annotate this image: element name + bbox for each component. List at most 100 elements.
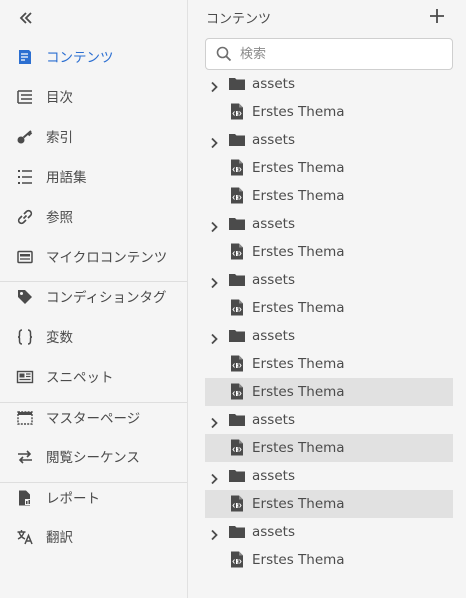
folder-icon <box>228 216 246 231</box>
folder-icon <box>228 132 246 147</box>
nav-item-index[interactable]: 索引 <box>0 118 187 158</box>
chevron-right-icon[interactable] <box>208 470 220 485</box>
tree-file-row[interactable]: Erstes Thema <box>205 490 453 518</box>
double-chevron-left-icon[interactable] <box>16 8 36 28</box>
sequence-arrows-icon <box>16 448 34 466</box>
nav-item-glossary[interactable]: 用語集 <box>0 158 187 198</box>
search-field <box>205 38 453 70</box>
tree-file-row[interactable]: Erstes Thema <box>205 98 453 126</box>
tree-file-row[interactable]: Erstes Thema <box>205 546 453 574</box>
nav-item-reports[interactable]: レポート <box>0 479 187 519</box>
nav-item-references[interactable]: 参照 <box>0 198 187 238</box>
nav-item-toc[interactable]: 目次 <box>0 78 187 118</box>
plus-icon[interactable] <box>427 6 447 26</box>
tree-item-label: Erstes Thema <box>252 104 345 120</box>
tree-folder-row[interactable]: assets <box>205 406 453 434</box>
topic-file-icon <box>230 103 244 120</box>
tree-item-label: assets <box>252 76 295 92</box>
chevron-right-icon[interactable] <box>208 134 220 149</box>
tree-folder-row[interactable]: assets <box>205 126 453 154</box>
panel-title: コンテンツ <box>206 12 272 27</box>
folder-icon <box>228 76 246 91</box>
chevron-right-icon[interactable] <box>208 274 220 289</box>
nav-item-content[interactable]: コンテンツ <box>0 38 187 78</box>
topic-file-icon <box>230 439 244 456</box>
tree-item-label: Erstes Thema <box>252 300 345 316</box>
report-icon <box>16 489 34 507</box>
nav-item-label: コンディションタグ <box>46 290 167 306</box>
tree-file-row[interactable]: Erstes Thema <box>205 434 453 462</box>
toc-icon <box>16 88 34 106</box>
tree-folder-row[interactable]: assets <box>205 210 453 238</box>
tree-file-row[interactable]: Erstes Thema <box>205 238 453 266</box>
tree-folder-row[interactable]: assets <box>205 462 453 490</box>
nav-item-label: マイクロコンテンツ <box>46 250 168 266</box>
tree-item-label: assets <box>252 216 295 232</box>
tree-folder-row[interactable]: assets <box>205 322 453 350</box>
nav-item-label: スニペット <box>46 370 114 386</box>
tree-folder-row[interactable]: assets <box>205 70 453 98</box>
search-icon <box>216 46 232 62</box>
nav-item-condition-tags[interactable]: コンディションタグ <box>0 278 187 318</box>
content-icon <box>16 48 34 66</box>
nav-item-browse-sequences[interactable]: 閲覧シーケンス <box>0 438 187 478</box>
tree-item-label: assets <box>252 328 295 344</box>
content-panel: コンテンツ assets Erstes Thema assets <box>189 0 466 598</box>
nav-item-label: 索引 <box>46 130 73 146</box>
tree-folder-row[interactable]: assets <box>205 518 453 546</box>
tag-icon <box>16 288 34 306</box>
search-input[interactable] <box>240 43 445 65</box>
tree-file-row[interactable]: Erstes Thema <box>205 294 453 322</box>
tree-item-label: assets <box>252 272 295 288</box>
nav-item-snippets[interactable]: スニペット <box>0 358 187 398</box>
tree-folder-row[interactable]: assets <box>205 266 453 294</box>
nav-item-label: コンテンツ <box>46 50 114 66</box>
translate-icon <box>16 528 34 546</box>
nav-item-label: レポート <box>46 491 100 507</box>
chevron-right-icon[interactable] <box>208 330 220 345</box>
folder-icon <box>228 412 246 427</box>
snippet-icon <box>16 368 34 386</box>
nav-item-microcontent[interactable]: マイクロコンテンツ <box>0 238 187 278</box>
topic-file-icon <box>230 159 244 176</box>
chevron-right-icon[interactable] <box>208 414 220 429</box>
tree-item-label: Erstes Thema <box>252 552 345 568</box>
folder-icon <box>228 328 246 343</box>
glossary-list-icon <box>16 168 34 186</box>
nav-item-variables[interactable]: 変数 <box>0 318 187 358</box>
topic-file-icon <box>230 243 244 260</box>
link-icon <box>16 208 34 226</box>
folder-icon <box>228 468 246 483</box>
chevron-right-icon[interactable] <box>208 218 220 233</box>
folder-icon <box>228 272 246 287</box>
nav-item-master-pages[interactable]: マスターページ <box>0 399 187 439</box>
nav-item-label: 用語集 <box>46 170 87 186</box>
master-page-icon <box>16 409 34 427</box>
microcontent-icon <box>16 248 34 266</box>
tree-item-label: Erstes Thema <box>252 384 345 400</box>
braces-icon <box>16 328 34 346</box>
tree-item-label: Erstes Thema <box>252 244 345 260</box>
chevron-right-icon[interactable] <box>208 526 220 541</box>
tree-file-row[interactable]: Erstes Thema <box>205 350 453 378</box>
topic-file-icon <box>230 551 244 568</box>
key-icon <box>16 128 34 146</box>
tree-item-label: Erstes Thema <box>252 440 345 456</box>
left-nav-panel: コンテンツ 目次 索引 用語集 参照 マイクロコンテンツ コンディションタグ 変… <box>0 0 188 598</box>
tree-item-label: Erstes Thema <box>252 160 345 176</box>
nav-item-label: 変数 <box>46 330 73 346</box>
tree-file-row[interactable]: Erstes Thema <box>205 154 453 182</box>
topic-file-icon <box>230 187 244 204</box>
topic-file-icon <box>230 495 244 512</box>
tree-file-row[interactable]: Erstes Thema <box>205 378 453 406</box>
tree-item-label: assets <box>252 412 295 428</box>
nav-item-label: 閲覧シーケンス <box>46 450 140 466</box>
chevron-right-icon[interactable] <box>208 78 220 93</box>
nav-item-label: 目次 <box>46 90 73 106</box>
tree-item-label: Erstes Thema <box>252 496 345 512</box>
folder-icon <box>228 524 246 539</box>
topic-file-icon <box>230 383 244 400</box>
tree-file-row[interactable]: Erstes Thema <box>205 182 453 210</box>
nav-item-translation[interactable]: 翻訳 <box>0 518 187 558</box>
tree-item-label: assets <box>252 524 295 540</box>
